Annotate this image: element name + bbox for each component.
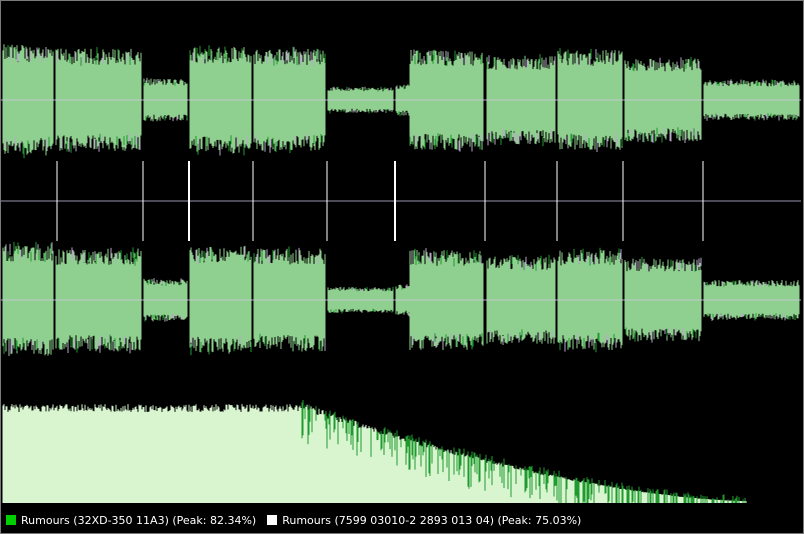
legend-item-1: Rumours (32XD-350 11A3) (Peak: 82.34%) [5,514,256,527]
waveform-channel-left [1,29,801,171]
legend-swatch-green [5,514,17,526]
waveform-left-plot [1,44,801,159]
waveform-channel-right [1,229,801,371]
waveform-right-plot [1,241,801,357]
legend-swatch-white [266,514,279,526]
frequency-spectrum [1,397,801,505]
legend-item-2: Rumours (7599 03010-2 2893 013 04) (Peak… [266,514,581,527]
legend-label-1: Rumours (32XD-350 11A3) (Peak: 82.34%) [21,513,257,527]
legend-label-2: Rumours (7599 03010-2 2893 013 04) (Peak… [282,513,582,527]
legend: Rumours (32XD-350 11A3) (Peak: 82.34%) R… [5,511,591,529]
spectrum-plot [2,399,747,503]
waveform-comparison-window: Rumours (32XD-350 11A3) (Peak: 82.34%) R… [0,0,804,534]
